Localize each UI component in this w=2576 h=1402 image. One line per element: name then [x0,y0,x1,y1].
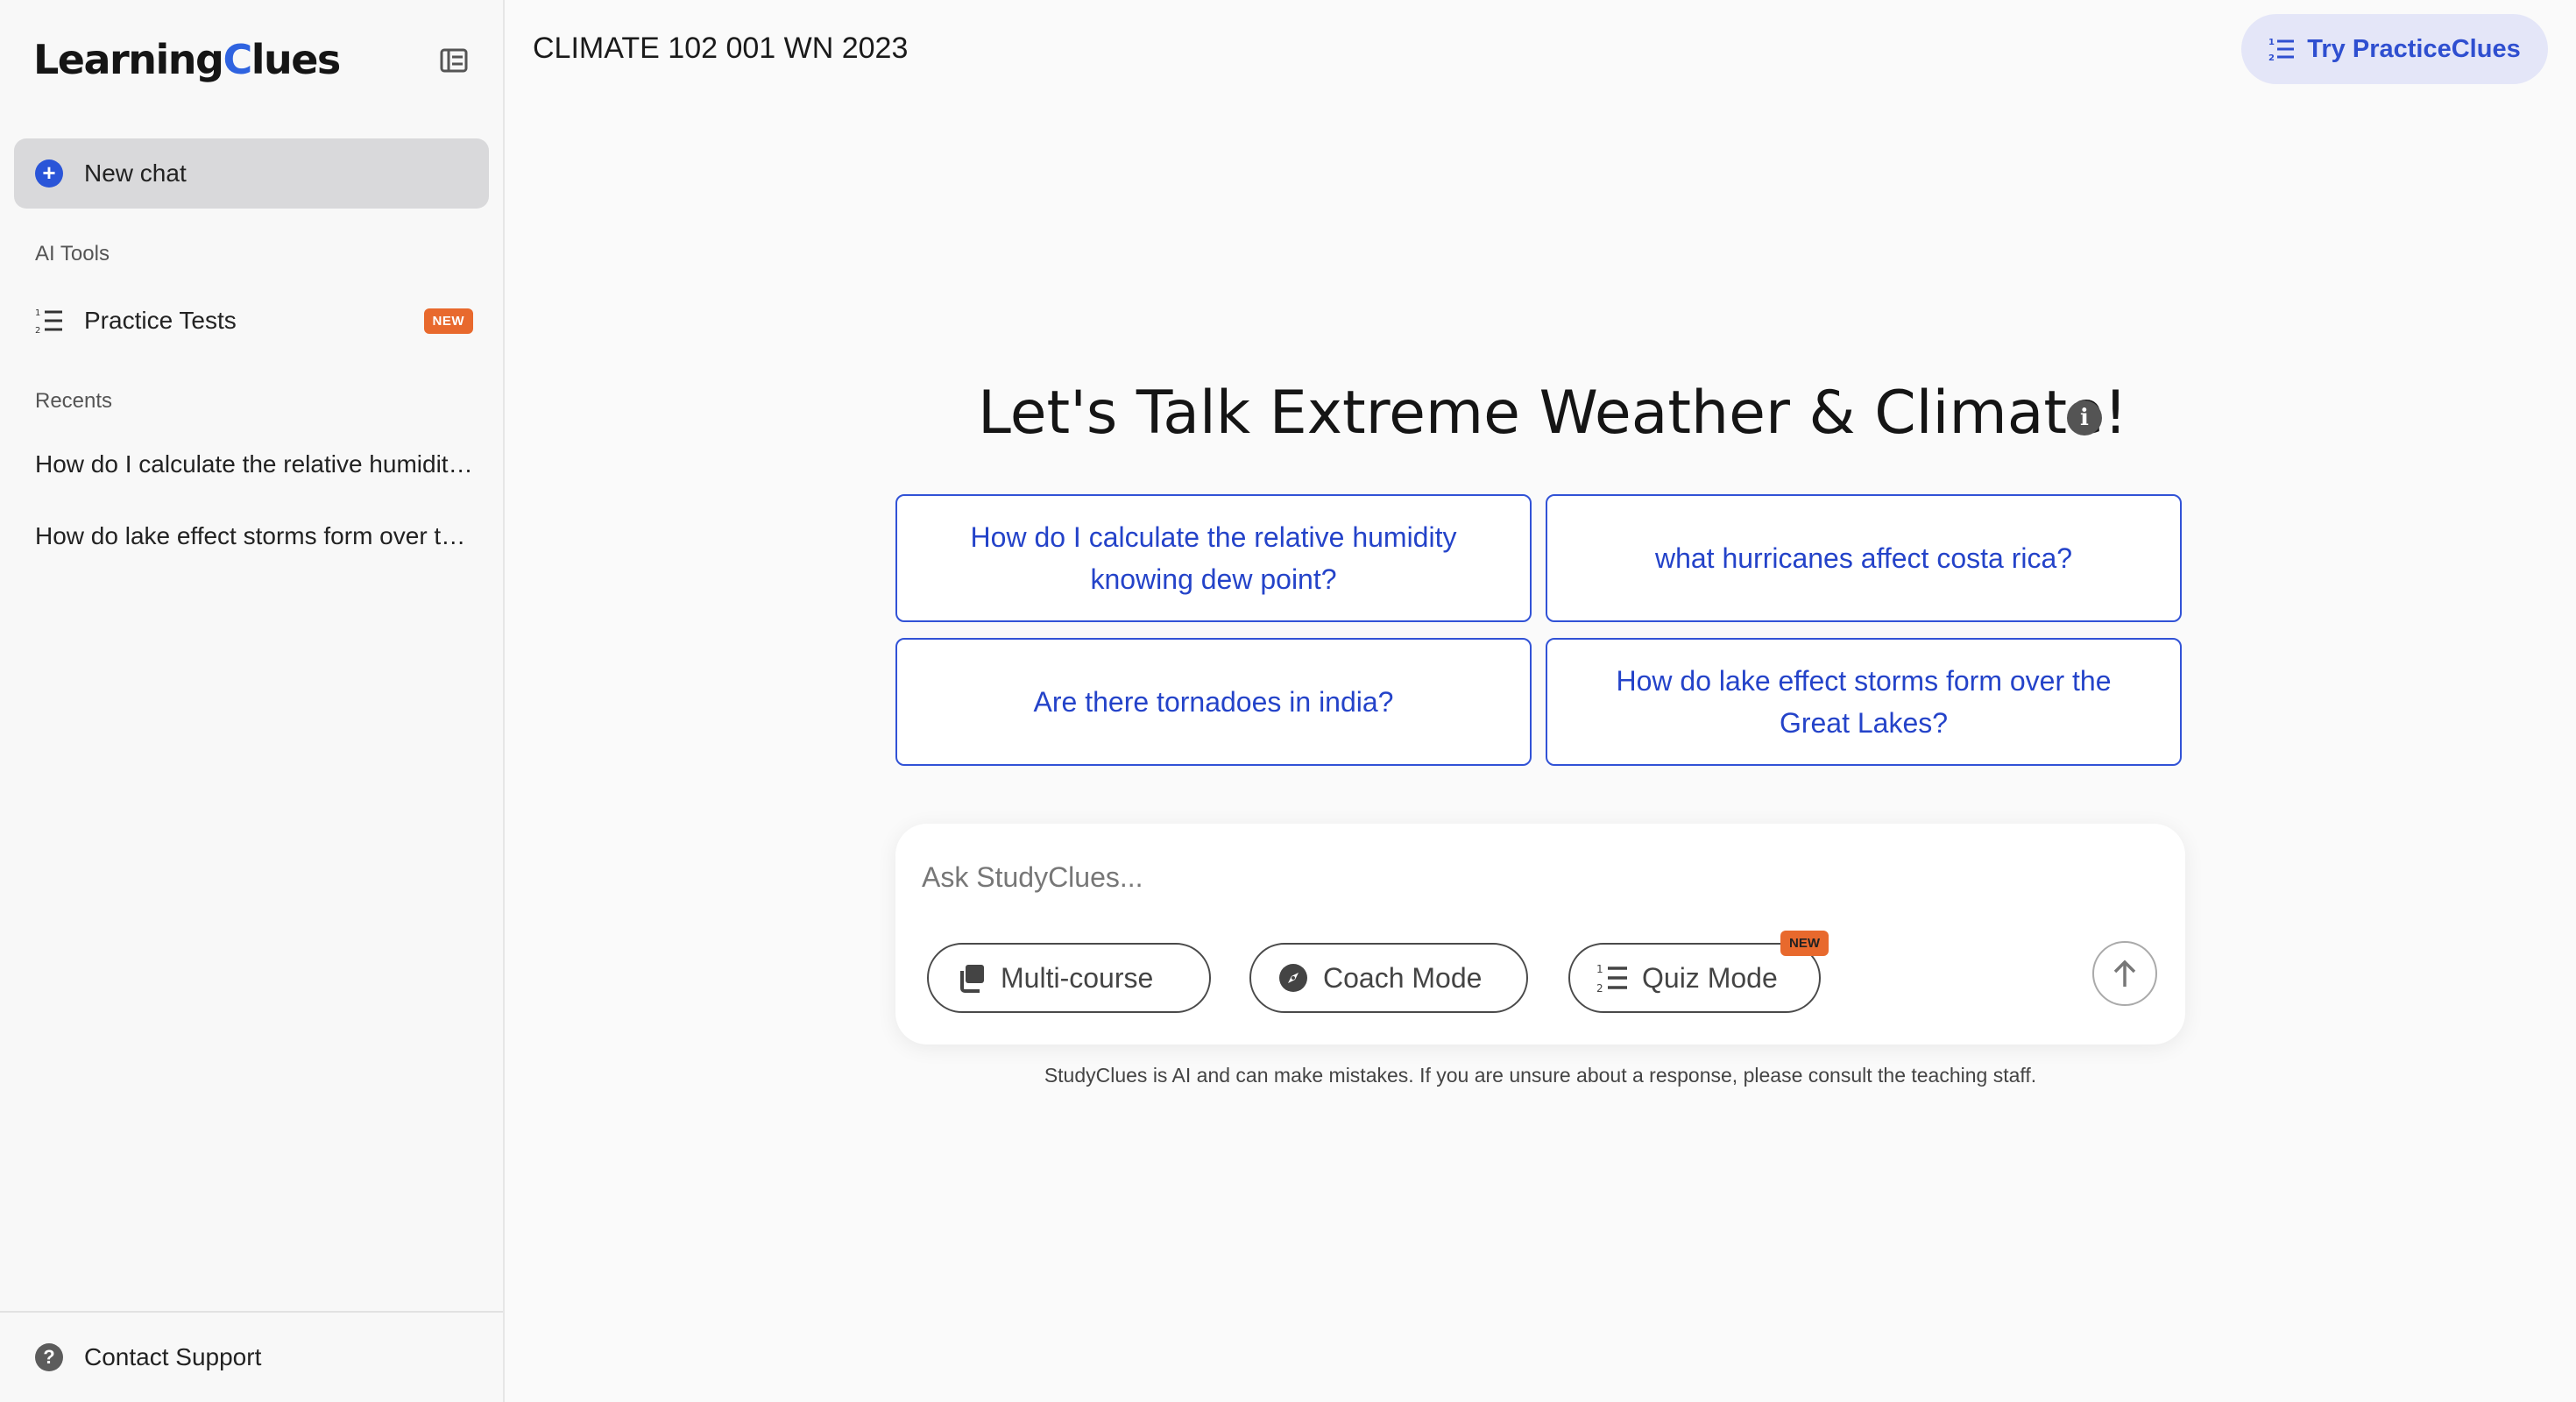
suggestion-card[interactable]: How do I calculate the relative humidity… [895,494,1532,622]
coach-mode-button[interactable]: Coach Mode [1249,943,1528,1013]
question-icon: ? [35,1343,63,1371]
sidebar-toggle-button[interactable] [436,46,471,75]
svg-text:1: 1 [35,308,40,318]
info-icon[interactable]: i [2067,400,2102,435]
sidebar: Learning Clues + New chat AI Tools 1 2 P… [0,0,505,1402]
logo-text-learning: Learning [33,36,224,83]
new-badge: NEW [423,308,473,334]
suggestion-card[interactable]: what hurricanes affect costa rica? [1546,494,2182,622]
svg-text:2: 2 [2268,53,2275,61]
chat-input[interactable] [922,855,2061,899]
send-button[interactable] [2092,941,2157,1006]
contact-support-button[interactable]: ? Contact Support [0,1311,503,1402]
app-root: Learning Clues + New chat AI Tools 1 2 P… [0,0,2576,1402]
multi-course-button[interactable]: Multi-course [927,943,1211,1013]
arrow-up-icon [2113,959,2136,987]
list-numbered-icon: 1 2 [35,308,62,334]
list-numbered-icon: 1 2 [2268,37,2295,61]
multi-course-label: Multi-course [1001,961,1154,994]
ai-disclaimer: StudyClues is AI and can make mistakes. … [1044,1064,2037,1087]
logo[interactable]: Learning Clues [33,33,342,86]
recents-heading: Recents [35,389,113,413]
try-practiceclues-label: Try PracticeClues [2307,34,2521,63]
compass-icon [1277,962,1309,994]
svg-text:2: 2 [1596,982,1603,993]
svg-text:1: 1 [1596,963,1603,975]
contact-support-label: Contact Support [84,1343,262,1370]
new-chat-button[interactable]: + New chat [14,138,489,209]
suggestion-card[interactable]: How do lake effect storms form over the … [1546,638,2182,766]
recent-chat-item[interactable]: How do I calculate the relative humidity… [35,450,473,478]
page-headline: Let's Talk Extreme Weather & Climate! [978,379,2128,448]
chat-composer: Multi-course Coach Mode 1 2 [895,824,2185,1044]
plus-icon: + [35,159,63,188]
recent-chat-item[interactable]: How do lake effect storms form over the … [35,522,473,550]
course-title: CLIMATE 102 001 WN 2023 [533,32,909,65]
logo-text-c: C [223,36,252,83]
practice-tests-label: Practice Tests [84,307,237,334]
svg-text:1: 1 [2268,38,2275,47]
quiz-mode-new-badge: NEW [1780,931,1829,956]
sidebar-toggle-icon [440,48,468,73]
coach-mode-label: Coach Mode [1323,961,1483,994]
logo-text-lues: lues [251,36,342,83]
copy-icon [955,962,987,994]
ai-tools-heading: AI Tools [35,242,110,266]
list-numbered-icon: 1 2 [1596,963,1628,993]
try-practiceclues-button[interactable]: 1 2 Try PracticeClues [2241,14,2548,84]
suggestion-card[interactable]: Are there tornadoes in india? [895,638,1532,766]
quiz-mode-label: Quiz Mode [1642,961,1778,994]
sidebar-item-practice-tests[interactable]: 1 2 Practice Tests NEW [35,303,473,338]
new-chat-label: New chat [84,159,187,187]
svg-text:2: 2 [35,326,40,334]
